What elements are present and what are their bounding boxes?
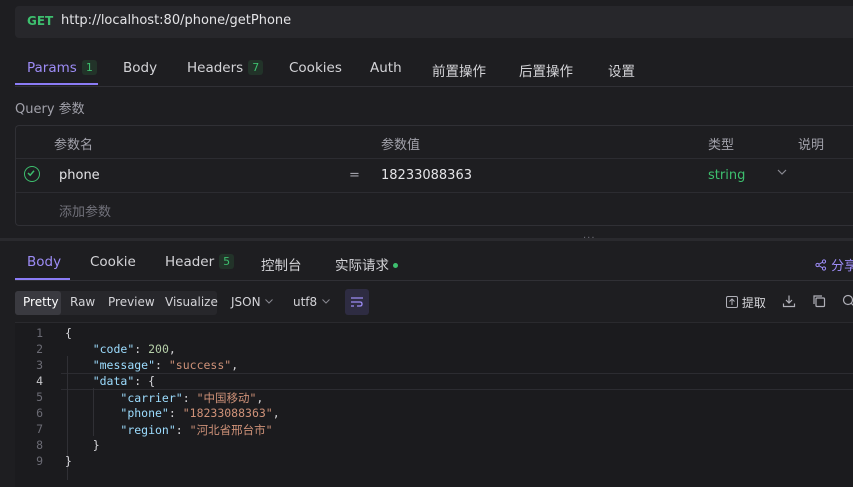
- encoding-select[interactable]: utf8: [293, 295, 331, 309]
- method-label[interactable]: GET: [27, 14, 53, 28]
- url-bar[interactable]: GET http://localhost:80/phone/getPhone: [15, 6, 853, 38]
- view-raw-button[interactable]: Raw: [70, 295, 95, 309]
- add-param-input[interactable]: 添加参数: [59, 201, 111, 220]
- row-divider: [16, 158, 853, 159]
- view-visualize-button[interactable]: Visualize: [165, 295, 218, 309]
- line-number: 8: [36, 438, 43, 452]
- column-header-description: 说明: [798, 138, 825, 153]
- active-response-tab-indicator: [15, 278, 70, 280]
- tab-headers-label: Headers: [187, 60, 244, 76]
- param-value-field[interactable]: 18233088363: [381, 168, 472, 183]
- response-tab-header[interactable]: Header 5: [165, 254, 235, 270]
- tab-params[interactable]: Params 1: [27, 60, 97, 76]
- format-select[interactable]: JSON: [231, 295, 274, 309]
- query-params-title: Query 参数: [15, 102, 85, 117]
- tab-params-badge: 1: [81, 60, 97, 75]
- code-line: }: [65, 454, 72, 468]
- response-body-editor[interactable]: 1 {2 "code": 200, 3 "message": "success", 4…: [15, 322, 853, 487]
- line-number: 2: [36, 342, 43, 356]
- response-tab-actual-request[interactable]: 实际请求: [335, 254, 398, 274]
- tab-pre-actions[interactable]: 前置操作: [432, 60, 486, 80]
- row-divider: [16, 192, 853, 193]
- response-tab-console[interactable]: 控制台: [261, 254, 302, 274]
- response-tab-body[interactable]: Body: [27, 254, 61, 270]
- view-preview-button[interactable]: Preview: [108, 295, 155, 309]
- view-pretty-label: Pretty: [23, 295, 59, 309]
- column-header-value: 参数值: [381, 138, 421, 153]
- view-mode-group: Pretty Raw Preview Visualize: [15, 291, 218, 315]
- copy-icon[interactable]: [812, 294, 826, 308]
- response-tab-cookie[interactable]: Cookie: [90, 254, 136, 270]
- line-number: 3: [36, 358, 43, 372]
- view-pretty-button[interactable]: Pretty: [15, 291, 61, 315]
- tab-params-label: Params: [27, 60, 77, 76]
- tab-body[interactable]: Body: [123, 60, 157, 76]
- code-line: "message": "success",: [92, 358, 239, 372]
- panel-resize-divider[interactable]: [0, 238, 853, 241]
- chevron-down-icon: [322, 299, 330, 304]
- tab-auth[interactable]: Auth: [370, 60, 402, 76]
- line-number: 6: [36, 406, 43, 420]
- encoding-label: utf8: [293, 295, 318, 309]
- column-header-type: 类型: [708, 138, 735, 153]
- active-tab-indicator: [15, 83, 98, 85]
- current-line-highlight: [61, 373, 853, 390]
- param-equals-sign: =: [349, 168, 360, 183]
- code-line: }: [65, 438, 100, 452]
- tab-post-actions[interactable]: 后置操作: [519, 60, 573, 80]
- query-params-table: 参数名 参数值 类型 说明 phone = 18233088363 string…: [15, 125, 853, 226]
- extract-button[interactable]: 提取: [726, 294, 766, 311]
- share-button[interactable]: 分享: [815, 255, 853, 274]
- drag-handle-icon[interactable]: ···: [583, 233, 596, 244]
- tab-headers[interactable]: Headers 7: [187, 60, 264, 76]
- tab-headers-badge: 7: [248, 60, 264, 75]
- url-input[interactable]: http://localhost:80/phone/getPhone: [61, 13, 291, 28]
- line-number: 4: [36, 374, 43, 388]
- code-line: "data": {: [92, 374, 156, 388]
- line-number: 9: [36, 454, 43, 468]
- response-tab-header-badge: 5: [219, 254, 235, 269]
- tab-cookies[interactable]: Cookies: [289, 60, 342, 76]
- download-icon[interactable]: [782, 294, 796, 308]
- chevron-down-icon: [265, 299, 274, 304]
- extract-label: 提取: [741, 296, 766, 310]
- wrap-lines-icon: [351, 297, 363, 307]
- word-wrap-button[interactable]: [345, 289, 369, 315]
- code-line: {: [65, 326, 72, 340]
- code-line: "code": 200,: [92, 342, 176, 356]
- line-number: 7: [36, 422, 43, 436]
- code-line: "phone": "18233088363",: [120, 406, 280, 420]
- response-tab-actual-request-label: 实际请求: [335, 258, 389, 274]
- param-enabled-checkbox[interactable]: [24, 166, 40, 182]
- param-name-field[interactable]: phone: [59, 168, 100, 183]
- extract-icon: [726, 296, 738, 308]
- response-tab-header-label: Header: [165, 254, 215, 270]
- param-type-select[interactable]: string: [708, 168, 745, 183]
- share-icon: [815, 259, 827, 271]
- code-line: "carrier": "中国移动",: [120, 391, 264, 405]
- line-number: 1: [36, 326, 43, 340]
- response-tabs: Body Cookie Header 5 控制台 实际请求: [15, 246, 853, 281]
- check-icon: [27, 170, 35, 177]
- code-line: "region": "河北省邢台市": [120, 423, 273, 437]
- share-label: 分享: [831, 259, 853, 274]
- request-tabs: Params 1 Body Headers 7 Cookies Auth 前置操作 …: [15, 50, 853, 87]
- line-number: 5: [36, 390, 43, 404]
- tab-settings[interactable]: 设置: [608, 60, 635, 80]
- format-label: JSON: [231, 295, 261, 309]
- column-header-name: 参数名: [54, 138, 94, 153]
- chevron-down-icon[interactable]: [776, 166, 788, 182]
- status-dot-icon: [393, 263, 398, 268]
- search-icon[interactable]: [842, 294, 853, 308]
